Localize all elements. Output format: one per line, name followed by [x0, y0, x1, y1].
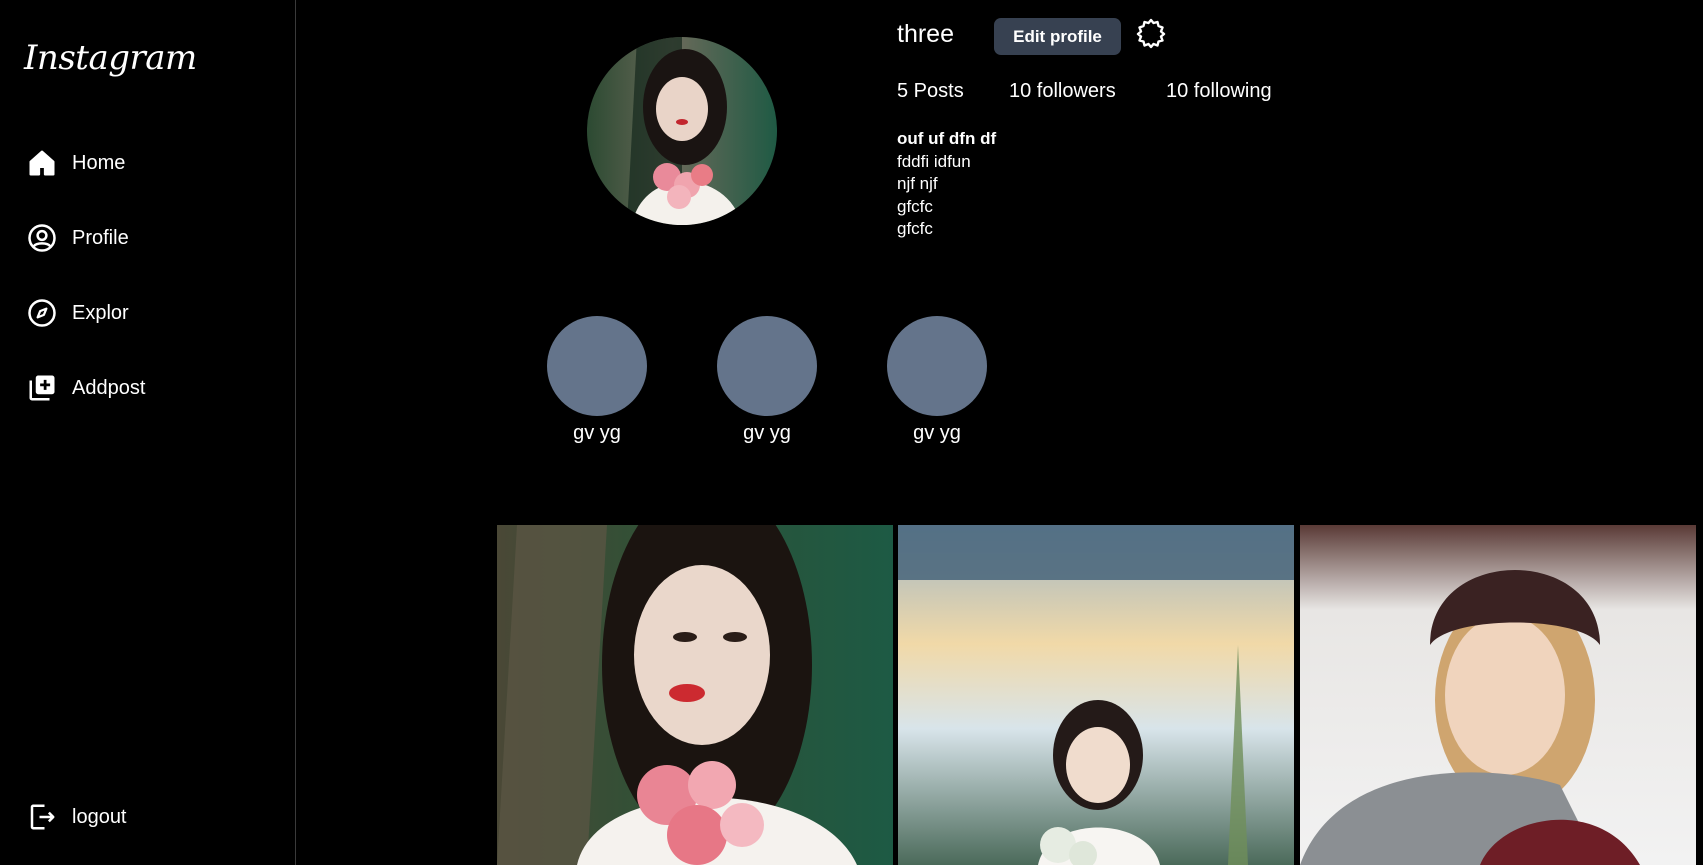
nav-item-profile[interactable]: Profile — [26, 221, 129, 255]
bio-line: gfcfc — [897, 196, 933, 216]
post-thumbnail[interactable] — [1300, 525, 1696, 865]
logout-label: logout — [72, 805, 127, 828]
nav-item-addpost[interactable]: Addpost — [26, 371, 145, 405]
profile-avatar[interactable] — [587, 37, 777, 225]
home-icon — [26, 147, 58, 179]
nav-label-home: Home — [72, 151, 126, 174]
compass-icon — [26, 297, 58, 329]
nav-item-explor[interactable]: Explor — [26, 296, 129, 330]
profile-icon — [26, 222, 58, 254]
logout-icon — [26, 801, 58, 833]
profile-bio: ouf uf dfn df fddfi idfun njf njf gfcfc … — [897, 128, 996, 241]
highlight-circle — [717, 316, 817, 416]
bio-line: fddfi idfun — [897, 151, 971, 171]
bio-line: gfcfc — [897, 219, 933, 238]
nav-label-profile: Profile — [72, 226, 129, 249]
followers-count[interactable]: 10 followers — [1009, 80, 1116, 103]
add-post-icon — [26, 372, 58, 404]
story-highlight[interactable]: gv yg — [546, 316, 648, 445]
highlight-label: gv yg — [743, 422, 791, 444]
settings-icon[interactable] — [1135, 17, 1167, 49]
following-count[interactable]: 10 following — [1166, 80, 1272, 103]
highlight-circle — [547, 316, 647, 416]
logout-button[interactable]: logout — [26, 800, 127, 834]
highlight-circle — [887, 316, 987, 416]
instagram-logo[interactable]: Instagram — [24, 38, 197, 78]
nav-label-addpost: Addpost — [72, 376, 146, 399]
profile-username: three — [897, 20, 954, 48]
highlight-label: gv yg — [573, 422, 621, 444]
post-thumbnail[interactable] — [898, 525, 1294, 865]
bio-line: njf njf — [897, 174, 938, 193]
post-thumbnail[interactable] — [497, 525, 893, 865]
nav-item-home[interactable]: Home — [26, 146, 125, 180]
posts-count: 5 Posts — [897, 80, 964, 102]
nav-label-explor: Explor — [72, 301, 129, 324]
highlight-label: gv yg — [913, 422, 961, 444]
edit-profile-button[interactable]: Edit profile — [994, 18, 1121, 55]
story-highlight[interactable]: gv yg — [716, 316, 818, 445]
bio-name: ouf uf dfn df — [897, 129, 997, 148]
story-highlight[interactable]: gv yg — [886, 316, 988, 445]
sidebar: Instagram Home Profile Explor Addpost lo… — [0, 0, 296, 865]
